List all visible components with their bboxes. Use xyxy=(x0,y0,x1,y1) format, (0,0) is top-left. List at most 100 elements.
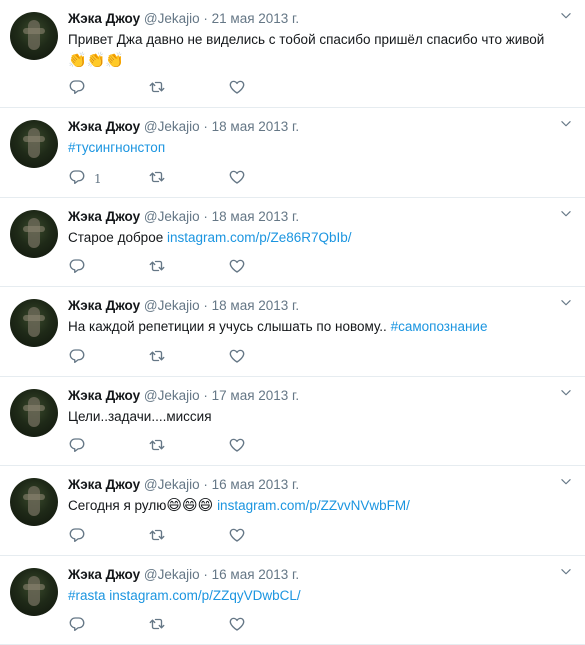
tweet-date[interactable]: 18 мая 2013 г. xyxy=(212,298,299,313)
tweet-feed: Жэка Джоу @Jekajio · 21 мая 2013 г. Прив… xyxy=(0,0,585,645)
retweet-icon xyxy=(148,168,166,191)
heart-icon xyxy=(228,436,246,459)
user-handle[interactable]: @Jekajio xyxy=(144,567,200,582)
tweet[interactable]: Жэка Джоу @Jekajio · 18 мая 2013 г. Стар… xyxy=(0,198,585,287)
reply-icon xyxy=(68,347,86,370)
tweet-header: Жэка Джоу @Jekajio · 21 мая 2013 г. xyxy=(68,10,573,28)
tweet-text-segment: Сегодня я рулю xyxy=(68,498,167,513)
hashtag-link[interactable]: #rasta xyxy=(68,588,106,603)
avatar[interactable] xyxy=(10,12,58,60)
tweet[interactable]: Жэка Джоу @Jekajio · 17 мая 2013 г. Цели… xyxy=(0,377,585,466)
retweet-button[interactable] xyxy=(148,168,228,191)
tweet-text-segment: Старое доброе xyxy=(68,229,167,245)
tweet-date[interactable]: 21 мая 2013 г. xyxy=(212,11,299,26)
chevron-down-icon[interactable] xyxy=(559,565,573,579)
tweet[interactable]: Жэка Джоу @Jekajio · 18 мая 2013 г. На к… xyxy=(0,287,585,377)
retweet-button[interactable] xyxy=(148,615,228,638)
tweet-actions xyxy=(68,615,308,638)
avatar[interactable] xyxy=(10,299,58,347)
chevron-down-icon[interactable] xyxy=(559,296,573,310)
tweet-text: #rasta instagram.com/p/ZZqyVDwbCL/ xyxy=(68,586,573,605)
reply-button[interactable] xyxy=(68,78,148,101)
tweet-text: Старое доброе instagram.com/p/Ze86R7QbIb… xyxy=(68,228,573,247)
reply-icon xyxy=(68,257,86,280)
user-handle[interactable]: @Jekajio xyxy=(144,11,200,26)
tweet[interactable]: Жэка Джоу @Jekajio · 16 мая 2013 г. Сего… xyxy=(0,466,585,556)
like-button[interactable] xyxy=(228,347,308,370)
display-name[interactable]: Жэка Джоу xyxy=(68,567,140,582)
tweet-link[interactable]: instagram.com/p/ZZqyVDwbCL/ xyxy=(109,588,300,603)
reply-button[interactable] xyxy=(68,436,148,459)
retweet-button[interactable] xyxy=(148,347,228,370)
display-name[interactable]: Жэка Джоу xyxy=(68,477,140,492)
retweet-icon xyxy=(148,615,166,638)
tweet-date[interactable]: 18 мая 2013 г. xyxy=(212,209,299,224)
like-button[interactable] xyxy=(228,168,308,191)
tweet-date[interactable]: 17 мая 2013 г. xyxy=(212,388,299,403)
reply-button[interactable] xyxy=(68,257,148,280)
display-name[interactable]: Жэка Джоу xyxy=(68,11,140,26)
avatar[interactable] xyxy=(10,209,58,258)
display-name[interactable]: Жэка Джоу xyxy=(68,209,140,224)
tweet[interactable]: Жэка Джоу @Jekajio · 16 мая 2013 г. #ras… xyxy=(0,556,585,645)
hashtag-link[interactable]: #самопознание xyxy=(391,319,488,334)
retweet-icon xyxy=(148,78,166,101)
like-button[interactable] xyxy=(228,78,308,101)
display-name[interactable]: Жэка Джоу xyxy=(68,298,140,313)
reply-button[interactable] xyxy=(68,347,148,370)
tweet-link[interactable]: instagram.com/p/Ze86R7QbIb/ xyxy=(167,230,352,245)
like-button[interactable] xyxy=(228,526,308,549)
avatar[interactable] xyxy=(10,120,58,168)
avatar[interactable] xyxy=(10,478,58,526)
hashtag-link[interactable]: #тусингнонстоп xyxy=(68,140,165,155)
retweet-icon xyxy=(148,526,166,549)
avatar[interactable] xyxy=(10,388,58,437)
reply-icon xyxy=(68,168,86,191)
retweet-button[interactable] xyxy=(148,78,228,101)
retweet-button[interactable] xyxy=(148,526,228,549)
reply-count: 1 xyxy=(94,172,102,186)
chevron-down-icon[interactable] xyxy=(559,9,573,23)
tweet-header: Жэка Джоу @Jekajio · 17 мая 2013 г. xyxy=(68,387,573,405)
heart-icon xyxy=(228,257,246,280)
chevron-down-icon[interactable] xyxy=(559,117,573,131)
like-button[interactable] xyxy=(228,257,308,280)
like-button[interactable] xyxy=(228,615,308,638)
user-handle[interactable]: @Jekajio xyxy=(144,119,200,134)
user-handle[interactable]: @Jekajio xyxy=(144,209,200,224)
tweet-actions xyxy=(68,526,308,549)
reply-button[interactable]: 1 xyxy=(68,168,148,191)
emoji: 😄😄😄 xyxy=(166,497,214,514)
display-name[interactable]: Жэка Джоу xyxy=(68,388,140,403)
display-name[interactable]: Жэка Джоу xyxy=(68,119,140,134)
retweet-icon xyxy=(148,347,166,370)
heart-icon xyxy=(228,526,246,549)
like-button[interactable] xyxy=(228,436,308,459)
tweet-date[interactable]: 18 мая 2013 г. xyxy=(212,119,299,134)
reply-button[interactable] xyxy=(68,615,148,638)
tweet[interactable]: Жэка Джоу @Jekajio · 18 мая 2013 г. #тус… xyxy=(0,108,585,198)
tweet-date[interactable]: 16 мая 2013 г. xyxy=(212,477,299,492)
reply-button[interactable] xyxy=(68,526,148,549)
user-handle[interactable]: @Jekajio xyxy=(144,477,200,492)
tweet-text-segment: Привет Джа давно не виделись с тобой спа… xyxy=(68,32,545,47)
retweet-icon xyxy=(148,257,166,280)
tweet-header: Жэка Джоу @Jekajio · 16 мая 2013 г. xyxy=(68,476,573,494)
chevron-down-icon[interactable] xyxy=(559,386,573,400)
tweet-actions: 1 xyxy=(68,168,308,191)
tweet-header: Жэка Джоу @Jekajio · 16 мая 2013 г. xyxy=(68,566,573,584)
separator-dot: · xyxy=(203,566,208,582)
chevron-down-icon[interactable] xyxy=(559,475,573,489)
retweet-button[interactable] xyxy=(148,436,228,459)
avatar[interactable] xyxy=(10,567,58,616)
tweet-date[interactable]: 16 мая 2013 г. xyxy=(212,567,299,582)
tweet[interactable]: Жэка Джоу @Jekajio · 21 мая 2013 г. Прив… xyxy=(0,0,585,108)
retweet-button[interactable] xyxy=(148,257,228,280)
tweet-text: На каждой репетиции я учусь слышать по н… xyxy=(68,317,573,336)
chevron-down-icon[interactable] xyxy=(559,207,573,221)
tweet-link[interactable]: instagram.com/p/ZZvvNVwbFM/ xyxy=(217,498,410,513)
heart-icon xyxy=(228,168,246,191)
user-handle[interactable]: @Jekajio xyxy=(144,298,200,313)
user-handle[interactable]: @Jekajio xyxy=(144,388,200,403)
tweet-actions xyxy=(68,436,308,459)
